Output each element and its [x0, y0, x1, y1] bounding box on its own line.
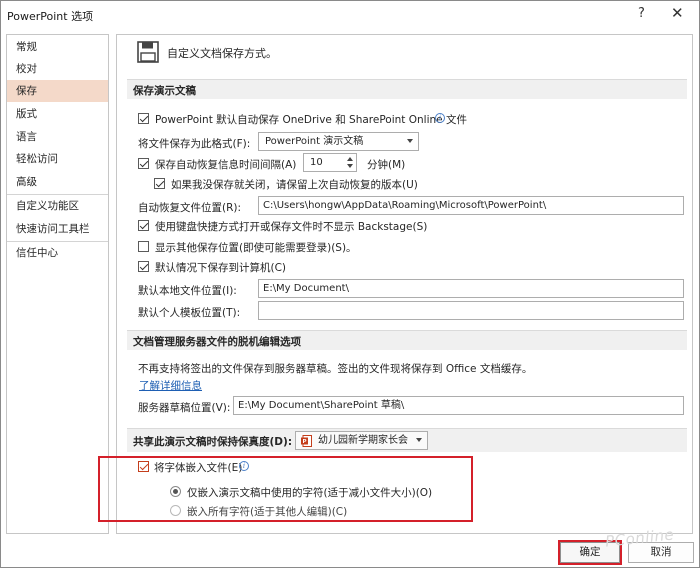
save-format-value: PowerPoint 演示文稿 [265, 136, 364, 147]
section-preserve-fidelity: 共享此演示文稿时保持保真度(D): P 幼儿园新学期家长会 [127, 428, 687, 452]
autorecover-checkbox[interactable] [138, 158, 149, 169]
info-icon[interactable]: i [435, 113, 445, 123]
autosave-cloud-checkbox[interactable] [138, 113, 149, 124]
sidebar-item-accessibility[interactable]: 轻松访问 [7, 148, 108, 170]
close-icon[interactable]: ✕ [671, 4, 684, 22]
powerpoint-file-icon: P [301, 435, 312, 447]
default-local-location-label: 默认本地文件位置(I): [138, 285, 237, 297]
default-template-location-label: 默认个人模板位置(T): [138, 307, 241, 319]
sidebar-item-proofing[interactable]: 校对 [7, 58, 108, 80]
save-to-computer-label: 默认情况下保存到计算机(C) [155, 262, 287, 274]
default-template-location-input[interactable] [258, 301, 684, 320]
sidebar-item-trust-center[interactable]: 信任中心 [7, 242, 108, 264]
offline-notice: 不再支持将签出的文件保存到服务器草稿。签出的文件现将保存到 Office 文档缓… [138, 363, 533, 375]
sidebar-item-general[interactable]: 常规 [7, 36, 108, 58]
panel-header: 自定义文档保存方式。 [167, 47, 277, 60]
spin-down-icon[interactable] [347, 164, 353, 168]
section-offline-editing: 文档管理服务器文件的脱机编辑选项 [127, 330, 687, 350]
help-icon[interactable]: ? [638, 6, 645, 21]
no-backstage-label: 使用键盘快捷方式打开或保存文件时不显示 Backstage(S) [155, 221, 428, 233]
svg-text:P: P [302, 439, 306, 445]
save-to-computer-checkbox[interactable] [138, 261, 149, 272]
sidebar-item-quick-access-toolbar[interactable]: 快速访问工具栏 [7, 218, 108, 240]
autorecover-label: 保存自动恢复信息时间间隔(A) [155, 159, 297, 171]
embed-fonts-highlight-box [98, 456, 473, 522]
options-sidebar: 常规 校对 保存 版式 语言 轻松访问 高级 自定义功能区 快速访问工具栏 信任… [6, 34, 109, 534]
no-backstage-checkbox[interactable] [138, 220, 149, 231]
save-format-label: 将文件保存为此格式(F): [138, 138, 251, 150]
save-disk-icon [137, 41, 159, 63]
sidebar-item-typography[interactable]: 版式 [7, 103, 108, 125]
section-title: 保存演示文稿 [133, 85, 196, 97]
presentation-select-value: 幼儿园新学期家长会 [318, 435, 408, 446]
chevron-down-icon [416, 438, 422, 442]
title-bar: PowerPoint 选项 ? ✕ [1, 1, 700, 29]
window-title: PowerPoint 选项 [7, 10, 94, 23]
keep-last-autosave-label: 如果我没保存就关闭，请保留上次自动恢复的版本(U) [171, 179, 418, 191]
autorecover-minutes-value: 10 [310, 157, 323, 168]
server-drafts-location-input[interactable]: E:\My Document\SharePoint 草稿\ [233, 396, 684, 415]
section-title: 文档管理服务器文件的脱机编辑选项 [133, 336, 301, 348]
autosave-cloud-label: PowerPoint 默认自动保存 OneDrive 和 SharePoint … [155, 114, 467, 126]
chevron-down-icon [407, 139, 413, 143]
keep-last-autosave-checkbox[interactable] [154, 178, 165, 189]
presentation-select[interactable]: P 幼儿园新学期家长会 [295, 431, 428, 450]
powerpoint-options-dialog: PowerPoint 选项 ? ✕ 常规 校对 保存 版式 语言 轻松访问 高级… [0, 0, 700, 568]
show-additional-places-label: 显示其他保存位置(即使可能需要登录)(S)。 [155, 242, 357, 254]
section-title: 共享此演示文稿时保持保真度(D): [133, 436, 293, 448]
sidebar-item-language[interactable]: 语言 [7, 126, 108, 148]
default-local-location-input[interactable]: E:\My Document\ [258, 279, 684, 298]
sidebar-item-save[interactable]: 保存 [7, 80, 108, 102]
autorecover-location-label: 自动恢复文件位置(R): [138, 202, 242, 214]
show-additional-places-checkbox[interactable] [138, 241, 149, 252]
sidebar-item-advanced[interactable]: 高级 [7, 171, 108, 193]
minutes-label: 分钟(M) [367, 159, 406, 171]
spin-up-icon[interactable] [347, 157, 353, 161]
save-format-select[interactable]: PowerPoint 演示文稿 [258, 132, 419, 151]
autorecover-minutes-stepper[interactable]: 10 [303, 153, 357, 172]
autorecover-location-input[interactable]: C:\Users\hongw\AppData\Roaming\Microsoft… [258, 196, 684, 215]
section-save-presentations: 保存演示文稿 [127, 79, 687, 99]
sidebar-item-customize-ribbon[interactable]: 自定义功能区 [7, 195, 108, 217]
learn-more-link[interactable]: 了解详细信息 [139, 378, 202, 393]
server-drafts-location-label: 服务器草稿位置(V): [138, 402, 231, 414]
